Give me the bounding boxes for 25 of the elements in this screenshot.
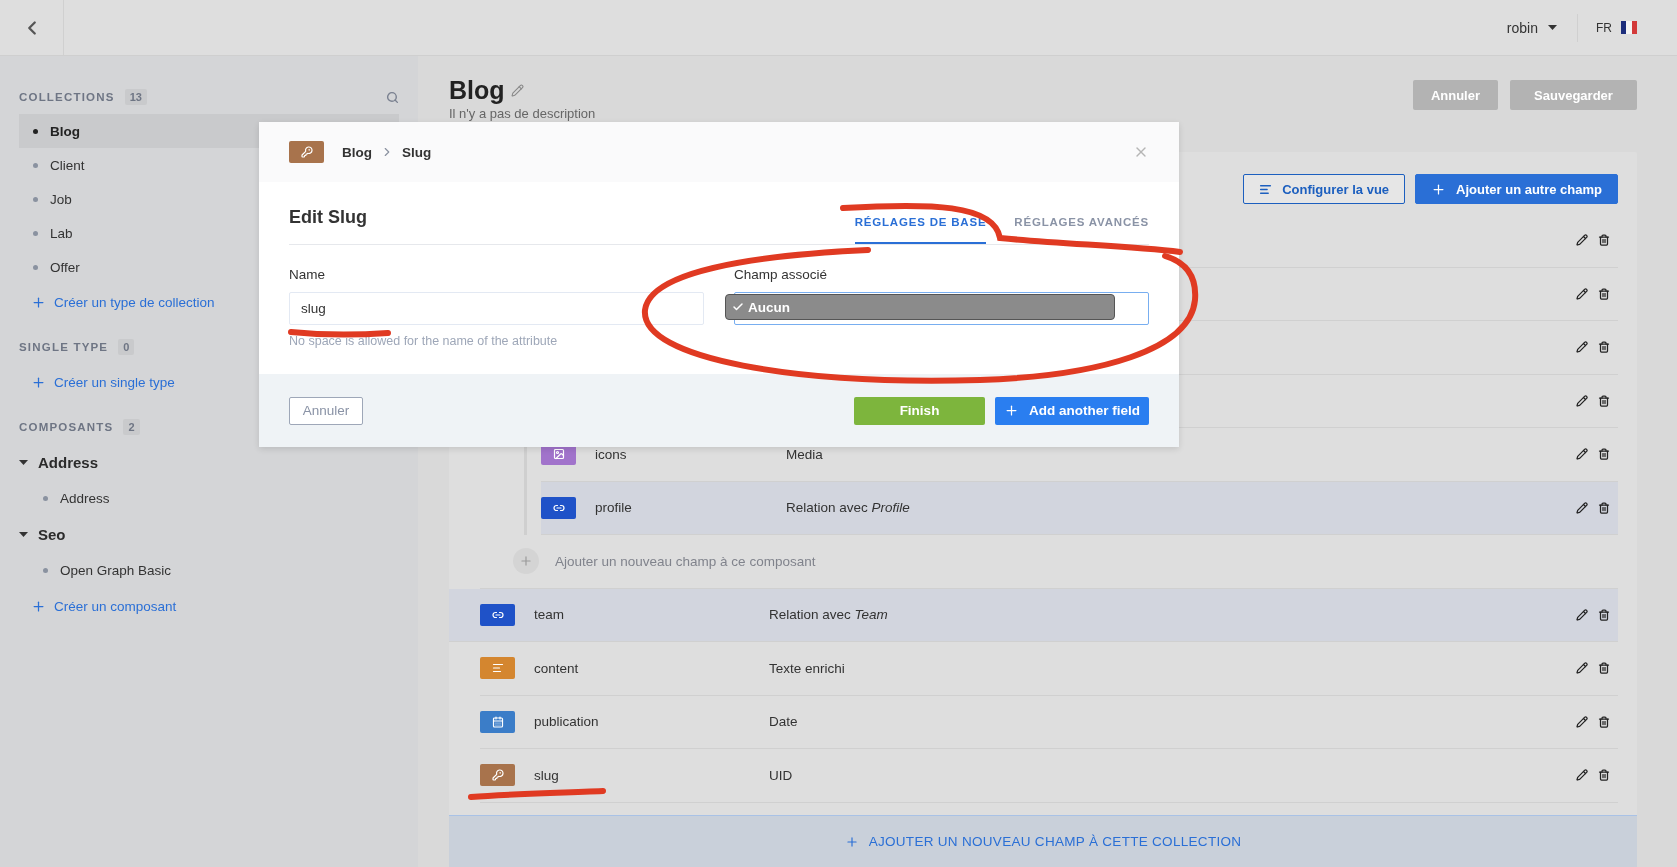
- section-title: COLLECTIONS: [19, 91, 115, 103]
- field-name: slug: [533, 767, 560, 783]
- field-label: Name: [289, 267, 326, 282]
- field-type: Relation avec Profile: [786, 500, 911, 516]
- field-name: publication: [533, 714, 600, 730]
- field-name: icons: [594, 446, 628, 462]
- field-name: content: [533, 660, 580, 676]
- field-type: Texte enrichi: [769, 660, 846, 676]
- field-hint: No space is allowed for the name of the attribute: [289, 334, 559, 348]
- field-type: Relation avec Team: [769, 607, 889, 623]
- section-title: COMPOSANTS: [19, 421, 114, 433]
- field-label: Champ associé: [734, 267, 829, 282]
- breadcrumb-item: Slug: [402, 144, 432, 160]
- field-type: UID: [769, 767, 794, 783]
- field-type: Date: [769, 714, 799, 730]
- field-name: profile: [594, 500, 633, 516]
- count-badge: 13: [124, 89, 147, 105]
- field-name: team: [533, 607, 565, 623]
- field-type: Media: [786, 446, 824, 462]
- count-badge: 0: [118, 339, 135, 355]
- page-description: Il n'y a pas de description: [449, 106, 597, 121]
- section-title: SINGLE TYPE: [19, 341, 109, 353]
- page-title: Blog: [449, 76, 505, 105]
- count-badge: 2: [123, 419, 140, 435]
- dialog-title: Edit Slug: [289, 207, 368, 228]
